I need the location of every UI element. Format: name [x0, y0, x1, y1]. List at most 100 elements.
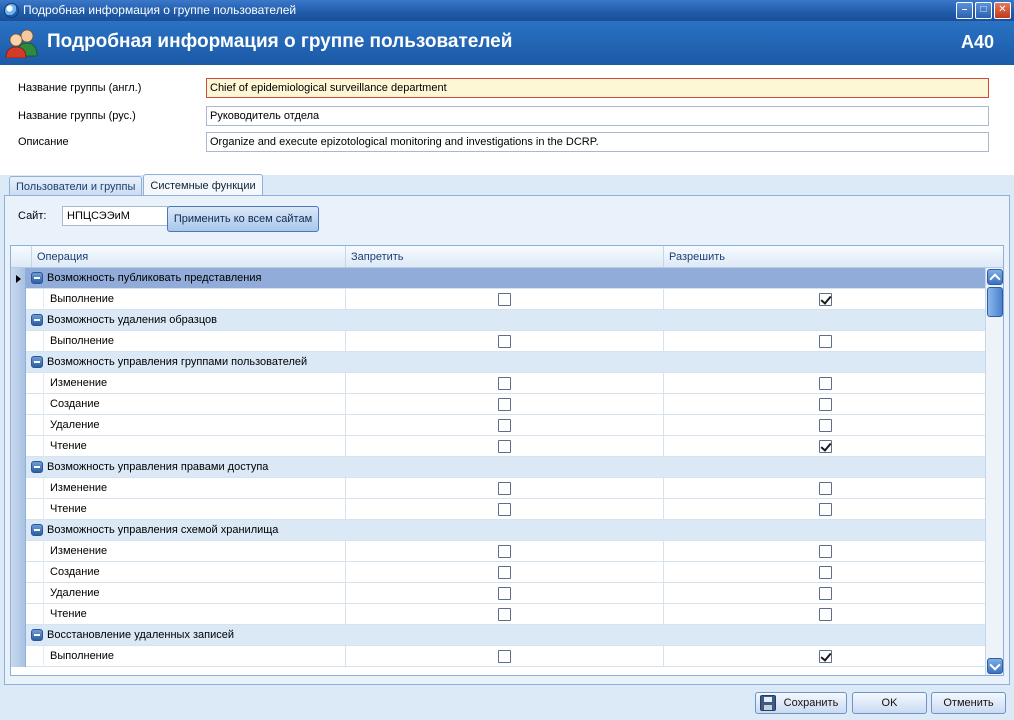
- group-row[interactable]: Возможность управления группами пользова…: [11, 352, 985, 373]
- permission-row[interactable]: Изменение: [11, 541, 985, 562]
- name-ru-field[interactable]: Руководитель отдела: [206, 106, 989, 126]
- column-deny[interactable]: Запретить: [345, 246, 663, 267]
- window-titlebar: Подробная информация о группе пользовате…: [0, 0, 1014, 21]
- allow-checkbox[interactable]: [819, 398, 832, 411]
- row-selector[interactable]: [11, 310, 26, 331]
- permission-row[interactable]: Выполнение: [11, 331, 985, 352]
- save-button[interactable]: Сохранить: [755, 692, 847, 714]
- row-selector[interactable]: [11, 457, 26, 478]
- page-title: Подробная информация о группе пользовате…: [47, 31, 513, 52]
- allow-checkbox[interactable]: [819, 377, 832, 390]
- deny-checkbox[interactable]: [498, 650, 511, 663]
- collapse-icon[interactable]: [31, 461, 43, 473]
- collapse-icon[interactable]: [31, 524, 43, 536]
- deny-checkbox[interactable]: [498, 293, 511, 306]
- allow-checkbox[interactable]: [819, 608, 832, 621]
- close-icon[interactable]: ✕: [994, 2, 1011, 19]
- scroll-up-icon[interactable]: [987, 269, 1003, 285]
- permission-row[interactable]: Выполнение: [11, 646, 985, 667]
- tab-users-and-groups[interactable]: Пользователи и группы: [9, 176, 143, 197]
- row-selector[interactable]: [11, 562, 26, 583]
- permission-row[interactable]: Удаление: [11, 583, 985, 604]
- row-selector[interactable]: [11, 373, 26, 394]
- row-selector[interactable]: [11, 331, 26, 352]
- deny-checkbox[interactable]: [498, 398, 511, 411]
- row-selector[interactable]: [11, 268, 26, 289]
- tab-strip: Пользователи и группы Системные функции: [9, 174, 264, 197]
- description-field[interactable]: Organize and execute epizotological moni…: [206, 132, 989, 152]
- permission-row[interactable]: Чтение: [11, 499, 985, 520]
- tab-system-functions[interactable]: Системные функции: [143, 174, 263, 196]
- allow-checkbox[interactable]: [819, 440, 832, 453]
- scroll-thumb[interactable]: [987, 287, 1003, 317]
- name-en-field[interactable]: Chief of epidemiological surveillance de…: [206, 78, 989, 98]
- allow-checkbox[interactable]: [819, 335, 832, 348]
- collapse-icon[interactable]: [31, 272, 43, 284]
- allow-checkbox[interactable]: [819, 587, 832, 600]
- permission-row[interactable]: Изменение: [11, 373, 985, 394]
- allow-checkbox[interactable]: [819, 566, 832, 579]
- cancel-button[interactable]: Отменить: [931, 692, 1006, 714]
- deny-checkbox[interactable]: [498, 503, 511, 516]
- group-row[interactable]: Возможность управления правами доступа: [11, 457, 985, 478]
- row-selector[interactable]: [11, 583, 26, 604]
- permission-row[interactable]: Чтение: [11, 436, 985, 457]
- deny-checkbox[interactable]: [498, 608, 511, 621]
- row-selector[interactable]: [11, 520, 26, 541]
- allow-cell: [663, 478, 985, 499]
- scroll-down-icon[interactable]: [987, 658, 1003, 674]
- group-row[interactable]: Возможность публиковать представления: [11, 268, 985, 289]
- row-selector[interactable]: [11, 646, 26, 667]
- collapse-icon[interactable]: [31, 356, 43, 368]
- column-operation[interactable]: Операция: [31, 246, 345, 267]
- maximize-icon[interactable]: □: [975, 2, 992, 19]
- allow-checkbox[interactable]: [819, 545, 832, 558]
- group-row[interactable]: Возможность удаления образцов: [11, 310, 985, 331]
- collapse-icon[interactable]: [31, 314, 43, 326]
- group-row[interactable]: Возможность управления схемой хранилища: [11, 520, 985, 541]
- row-selector[interactable]: [11, 289, 26, 310]
- deny-checkbox[interactable]: [498, 335, 511, 348]
- ok-button[interactable]: OK: [852, 692, 927, 714]
- row-selector[interactable]: [11, 352, 26, 373]
- row-selector[interactable]: [11, 394, 26, 415]
- column-allow[interactable]: Разрешить: [663, 246, 985, 267]
- allow-checkbox[interactable]: [819, 293, 832, 306]
- row-selector[interactable]: [11, 604, 26, 625]
- group-row[interactable]: Восстановление удаленных записей: [11, 625, 985, 646]
- allow-checkbox[interactable]: [819, 482, 832, 495]
- permission-row[interactable]: Удаление: [11, 415, 985, 436]
- grid-scrollbar[interactable]: [985, 268, 1003, 675]
- site-field[interactable]: НПЦСЭЭиМ: [62, 206, 168, 226]
- deny-checkbox[interactable]: [498, 545, 511, 558]
- minimize-icon[interactable]: –: [956, 2, 973, 19]
- row-selector[interactable]: [11, 436, 26, 457]
- allow-checkbox[interactable]: [819, 650, 832, 663]
- row-selector[interactable]: [11, 499, 26, 520]
- deny-checkbox[interactable]: [498, 566, 511, 579]
- permission-row[interactable]: Создание: [11, 394, 985, 415]
- deny-checkbox[interactable]: [498, 587, 511, 600]
- permission-row[interactable]: Выполнение: [11, 289, 985, 310]
- allow-checkbox[interactable]: [819, 419, 832, 432]
- apply-to-all-sites-button[interactable]: Применить ко всем сайтам: [167, 206, 319, 232]
- deny-cell: [345, 331, 663, 352]
- operation-cell: Выполнение: [43, 331, 345, 352]
- allow-cell: [663, 646, 985, 667]
- collapse-icon[interactable]: [31, 629, 43, 641]
- row-selector[interactable]: [11, 415, 26, 436]
- deny-checkbox[interactable]: [498, 482, 511, 495]
- grid-body: Возможность публиковать представления Вып…: [11, 268, 985, 675]
- description-row: Описание Organize and execute epizotolog…: [18, 132, 990, 152]
- deny-checkbox[interactable]: [498, 440, 511, 453]
- row-selector[interactable]: [11, 541, 26, 562]
- row-selector[interactable]: [11, 625, 26, 646]
- deny-cell: [345, 562, 663, 583]
- deny-checkbox[interactable]: [498, 377, 511, 390]
- permission-row[interactable]: Изменение: [11, 478, 985, 499]
- permission-row[interactable]: Создание: [11, 562, 985, 583]
- allow-checkbox[interactable]: [819, 503, 832, 516]
- permission-row[interactable]: Чтение: [11, 604, 985, 625]
- deny-checkbox[interactable]: [498, 419, 511, 432]
- row-selector[interactable]: [11, 478, 26, 499]
